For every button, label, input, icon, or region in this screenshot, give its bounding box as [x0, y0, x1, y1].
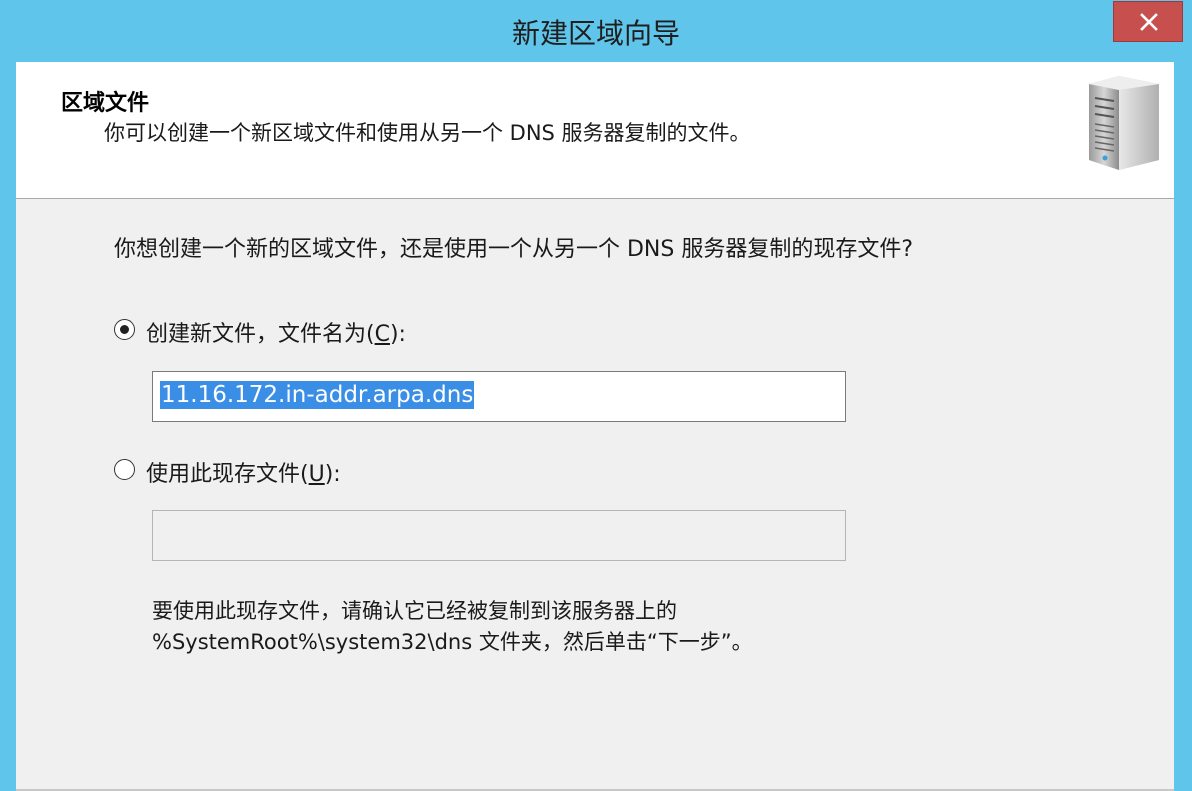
- close-icon: [1140, 13, 1158, 31]
- note-line-2: %SystemRoot%\system32\dns 文件夹，然后单击“下一步”。: [152, 630, 753, 654]
- note-line-1: 要使用此现存文件，请确认它已经被复制到该服务器上的: [152, 599, 677, 623]
- page-subtitle: 你可以创建一个新区域文件和使用从另一个 DNS 服务器复制的文件。: [104, 121, 751, 145]
- wizard-window: 区域文件 你可以创建一个新区域文件和使用从另一个 DNS 服务器复制的文件。 你…: [16, 62, 1174, 791]
- existing-label-suffix: ):: [324, 462, 341, 487]
- create-label-text: 创建新文件，文件名为(: [146, 322, 375, 347]
- wizard-header: 区域文件 你可以创建一个新区域文件和使用从另一个 DNS 服务器复制的文件。: [16, 62, 1174, 199]
- file-name-value: 11.16.172.in-addr.arpa.dns: [160, 381, 475, 409]
- create-label-mnemonic: C: [374, 322, 390, 347]
- existing-file-input[interactable]: [152, 510, 846, 561]
- use-existing-file-label[interactable]: 使用此现存文件(U):: [146, 456, 341, 488]
- window-title: 新建区域向导: [511, 17, 680, 50]
- create-label-suffix: ):: [389, 322, 406, 347]
- wizard-content: 你想创建一个新的区域文件，还是使用一个从另一个 DNS 服务器复制的现存文件? …: [16, 199, 1174, 791]
- question-text: 你想创建一个新的区域文件，还是使用一个从另一个 DNS 服务器复制的现存文件?: [114, 237, 914, 262]
- create-new-file-radio[interactable]: [114, 319, 135, 340]
- existing-label-text: 使用此现存文件(: [146, 462, 309, 487]
- server-icon: [1089, 76, 1159, 170]
- radio-selected-dot: [119, 324, 129, 334]
- create-new-file-label[interactable]: 创建新文件，文件名为(C):: [146, 316, 406, 348]
- existing-label-mnemonic: U: [308, 462, 325, 487]
- close-button[interactable]: [1113, 1, 1183, 42]
- use-existing-file-radio[interactable]: [114, 459, 135, 480]
- new-file-name-input[interactable]: 11.16.172.in-addr.arpa.dns: [152, 371, 846, 422]
- page-title: 区域文件: [61, 91, 150, 116]
- title-bar[interactable]: 新建区域向导: [0, 0, 1192, 62]
